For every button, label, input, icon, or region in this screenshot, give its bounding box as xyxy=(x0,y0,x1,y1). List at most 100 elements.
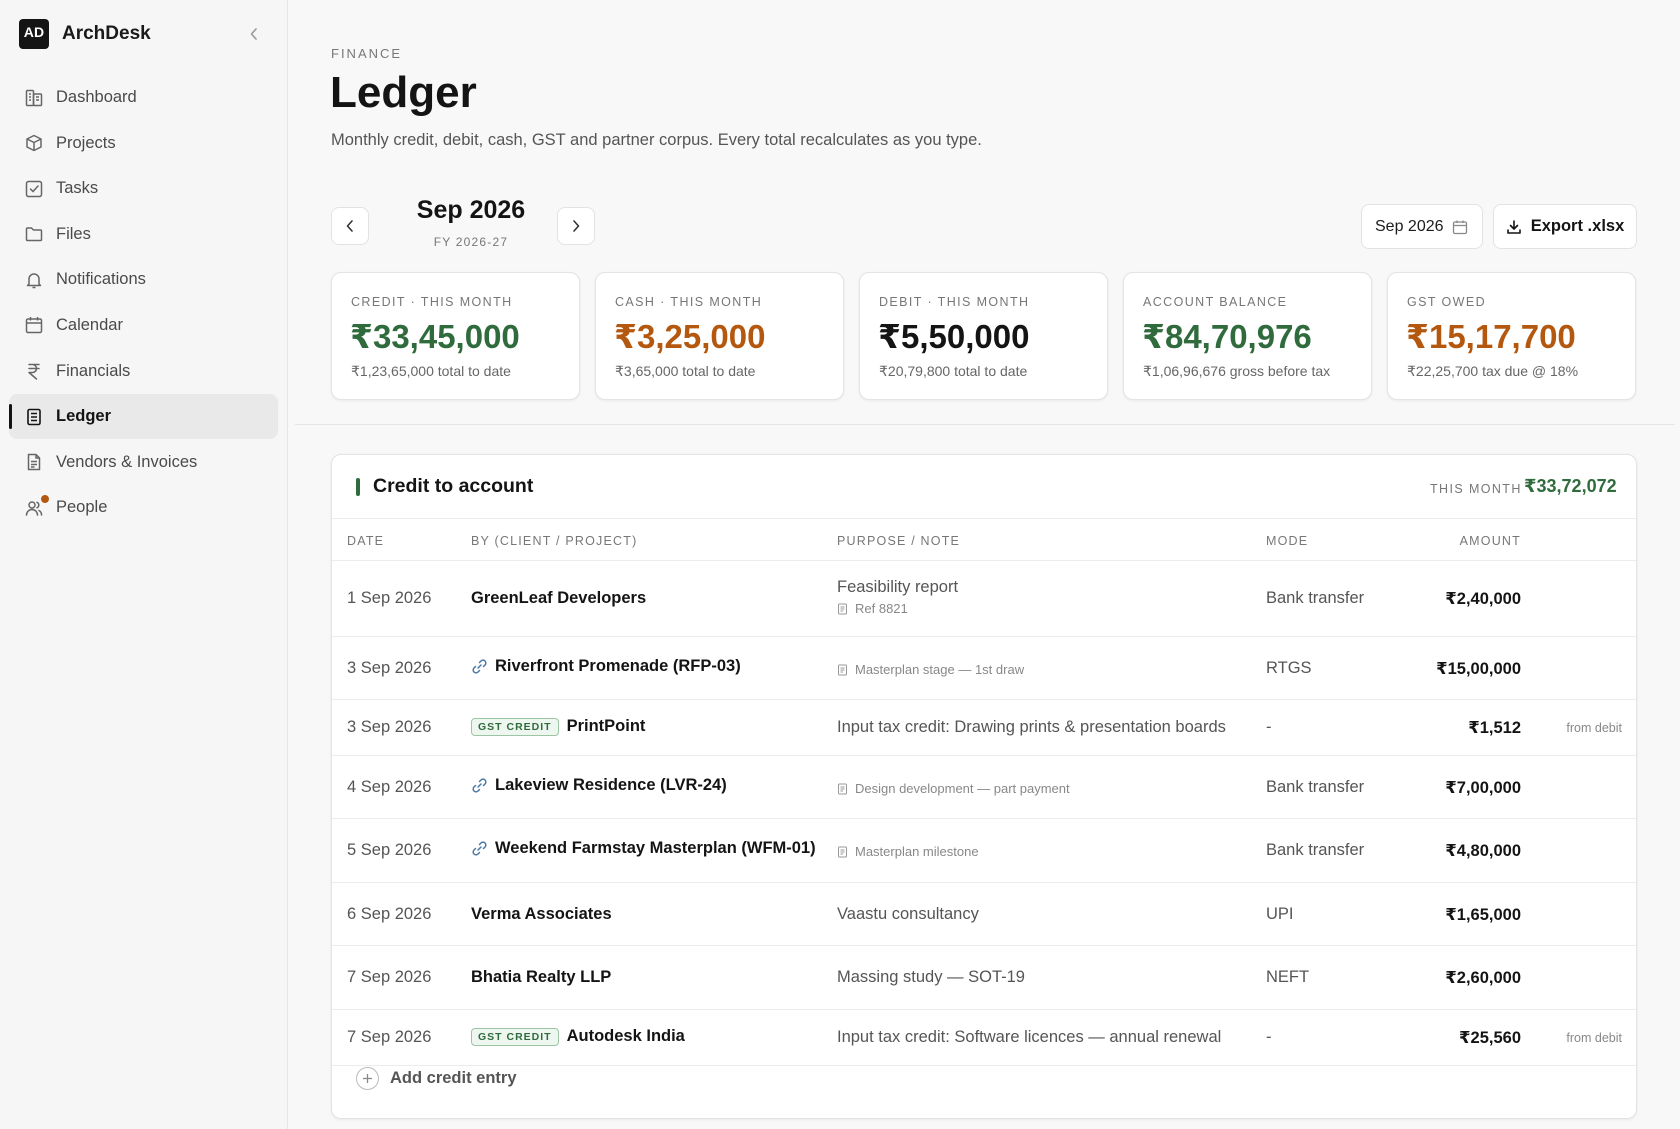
export-xlsx-button[interactable]: Export .xlsx xyxy=(1493,204,1637,249)
sidebar-nav: Dashboard Projects Tasks Files Notificat… xyxy=(9,75,278,531)
stat-label: GST OWED xyxy=(1407,295,1487,309)
row-purpose: Input tax credit: Drawing prints & prese… xyxy=(837,718,1226,736)
column-header-date: DATE xyxy=(347,534,385,548)
stat-label: ACCOUNT BALANCE xyxy=(1143,295,1288,309)
column-header-purpose: PURPOSE / NOTE xyxy=(837,534,961,548)
vendor-name: Autodesk India xyxy=(566,1027,685,1045)
stat-value: ₹33,45,000 xyxy=(350,318,520,355)
app-logo: AD xyxy=(19,19,49,49)
row-purpose: Massing study — SOT-19 xyxy=(837,968,1025,986)
calendar-icon xyxy=(1452,219,1468,235)
table-row[interactable]: 6 Sep 2026 Verma Associates Vaastu consu… xyxy=(332,883,1636,946)
ref-text: Ref 8821 xyxy=(855,601,908,616)
row-date: 7 Sep 2026 xyxy=(347,1028,432,1046)
sidebar-item-files[interactable]: Files xyxy=(9,212,278,257)
purpose-text: Design development — part payment xyxy=(855,781,1070,796)
link-icon xyxy=(471,840,488,857)
sidebar-item-label: Tasks xyxy=(56,179,99,198)
export-label: Export .xlsx xyxy=(1530,217,1625,235)
row-mode: Bank transfer xyxy=(1266,778,1365,796)
stat-note: ₹1,06,96,676 gross before tax xyxy=(1143,363,1331,379)
sidebar-item-notifications[interactable]: Notifications xyxy=(9,257,278,302)
sidebar-item-projects[interactable]: Projects xyxy=(9,121,278,166)
purpose-text: Feasibility report xyxy=(837,578,959,596)
row-by[interactable]: Lakeview Residence (LVR-24) xyxy=(471,776,727,795)
row-purpose: Input tax credit: Software licences — an… xyxy=(837,1028,1222,1046)
row-by[interactable]: Weekend Farmstay Masterplan (WFM-01) xyxy=(471,839,816,858)
sidebar-item-label: Notifications xyxy=(56,270,146,289)
sidebar-item-label: Vendors & Invoices xyxy=(56,452,198,471)
sidebar-item-vendors-invoices[interactable]: Vendors & Invoices xyxy=(9,440,278,485)
sidebar-item-ledger[interactable]: Ledger xyxy=(9,394,278,440)
sidebar-item-label: Projects xyxy=(56,133,116,152)
previous-month-button[interactable] xyxy=(331,207,369,245)
row-date: 7 Sep 2026 xyxy=(347,968,432,986)
box-icon xyxy=(23,132,45,154)
sidebar-item-calendar[interactable]: Calendar xyxy=(9,303,278,348)
stat-note: ₹1,23,65,000 total to date xyxy=(351,363,511,379)
sidebar-item-label: Financials xyxy=(56,361,131,380)
row-mode: NEFT xyxy=(1266,968,1310,986)
row-date: 6 Sep 2026 xyxy=(347,905,432,923)
row-mode: - xyxy=(1266,1028,1272,1046)
month-picker[interactable]: Sep 2026 xyxy=(1361,204,1483,249)
section-divider xyxy=(295,424,1675,425)
purpose-ref: Ref 8821 xyxy=(837,601,958,616)
table-row[interactable]: 7 Sep 2026 GST CREDIT Autodesk India Inp… xyxy=(332,1010,1636,1066)
stat-value: ₹3,25,000 xyxy=(614,318,766,355)
page-subtitle: Monthly credit, debit, cash, GST and par… xyxy=(331,131,982,149)
row-purpose: Vaastu consultancy xyxy=(837,905,979,923)
table-row[interactable]: 7 Sep 2026 Bhatia Realty LLP Massing stu… xyxy=(332,946,1636,1010)
document-icon xyxy=(837,603,848,615)
table-row[interactable]: 1 Sep 2026 GreenLeaf Developers Feasibil… xyxy=(332,561,1636,637)
row-mode: UPI xyxy=(1266,905,1294,923)
row-date: 3 Sep 2026 xyxy=(347,718,432,736)
project-link-text: Weekend Farmstay Masterplan (WFM-01) xyxy=(495,839,816,857)
stat-label: DEBIT · THIS MONTH xyxy=(879,295,1030,309)
row-amount: ₹15,00,000 xyxy=(1436,660,1521,678)
calendar-icon xyxy=(23,314,45,336)
chevron-left-icon xyxy=(250,28,257,40)
stat-card-debit: DEBIT · THIS MONTH ₹5,50,000 ₹20,79,800 … xyxy=(859,272,1108,400)
document-icon xyxy=(837,783,848,795)
sidebar-item-tasks[interactable]: Tasks xyxy=(9,166,278,211)
add-credit-label: Add credit entry xyxy=(390,1069,517,1087)
add-credit-entry-button[interactable]: Add credit entry xyxy=(356,1067,517,1090)
row-by: GST CREDIT Autodesk India xyxy=(471,1027,685,1046)
stat-cards: CREDIT · THIS MONTH ₹33,45,000 ₹1,23,65,… xyxy=(331,272,1637,400)
row-purpose: Design development — part payment xyxy=(837,781,1070,796)
row-by[interactable]: Riverfront Promenade (RFP-03) xyxy=(471,657,741,676)
row-amount: ₹1,512 xyxy=(1468,719,1521,737)
stat-value: ₹84,70,976 xyxy=(1142,318,1312,355)
row-mode: RTGS xyxy=(1266,659,1312,677)
row-amount: ₹25,560 xyxy=(1459,1029,1521,1047)
row-by: GreenLeaf Developers xyxy=(471,589,647,607)
chevron-right-icon xyxy=(573,220,580,232)
table-row[interactable]: 4 Sep 2026 Lakeview Residence (LVR-24) D… xyxy=(332,756,1636,819)
gst-credit-badge: GST CREDIT xyxy=(471,1027,559,1046)
sidebar-item-financials[interactable]: Financials xyxy=(9,349,278,394)
bell-icon xyxy=(23,269,45,291)
sidebar-item-label: Dashboard xyxy=(56,88,137,106)
next-month-button[interactable] xyxy=(557,207,595,245)
table-row[interactable]: 3 Sep 2026 GST CREDIT PrintPoint Input t… xyxy=(332,700,1636,756)
document-icon xyxy=(837,846,848,858)
project-link-text: Lakeview Residence (LVR-24) xyxy=(495,776,727,794)
table-header: DATE BY (CLIENT / PROJECT) PURPOSE / NOT… xyxy=(332,519,1636,561)
row-amount: ₹7,00,000 xyxy=(1445,779,1521,797)
chevron-left-icon xyxy=(346,220,353,232)
sidebar-item-dashboard[interactable]: Dashboard xyxy=(9,75,278,120)
row-amount: ₹4,80,000 xyxy=(1445,842,1521,860)
table-row[interactable]: 5 Sep 2026 Weekend Farmstay Masterplan (… xyxy=(332,819,1636,883)
collapse-sidebar-button[interactable] xyxy=(244,24,264,44)
sidebar-item-people[interactable]: People xyxy=(9,485,278,530)
row-by: Bhatia Realty LLP xyxy=(471,968,612,986)
row-purpose: Feasibility report Ref 8821 xyxy=(837,578,958,616)
stat-card-cash: CASH · THIS MONTH ₹3,25,000 ₹3,65,000 to… xyxy=(595,272,844,400)
row-by: Verma Associates xyxy=(471,905,612,923)
brand[interactable]: AD ArchDesk xyxy=(19,19,151,49)
table-row[interactable]: 3 Sep 2026 Riverfront Promenade (RFP-03)… xyxy=(332,637,1636,700)
this-month-label: THIS MONTH xyxy=(1430,482,1522,496)
page-title: Ledger xyxy=(330,68,477,117)
stat-card-account-balance: ACCOUNT BALANCE ₹84,70,976 ₹1,06,96,676 … xyxy=(1123,272,1372,400)
